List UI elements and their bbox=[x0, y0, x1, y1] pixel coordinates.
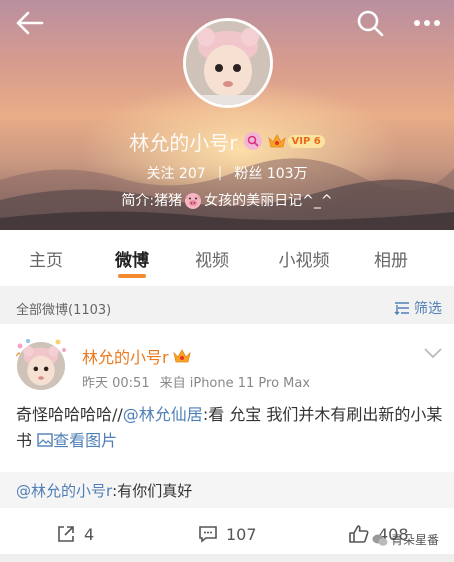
tab-label: 小视频 bbox=[278, 250, 330, 271]
comment-count: 107 bbox=[226, 524, 257, 544]
tab-weibo[interactable]: 微博 bbox=[92, 230, 172, 286]
post-time: 昨天 00:51 bbox=[82, 376, 150, 391]
back-arrow-icon[interactable] bbox=[14, 10, 44, 36]
profile-tabs: 主页 微博 视频 小视频 相册 bbox=[0, 230, 454, 286]
view-picture-link[interactable]: 查看图片 bbox=[37, 431, 117, 450]
stats-separator: | bbox=[217, 165, 223, 181]
filter-button[interactable]: 筛选 bbox=[394, 298, 442, 318]
reposted-content[interactable]: @林允的小号r:有你们真好 bbox=[0, 472, 454, 508]
repost-button[interactable]: 4 bbox=[56, 512, 94, 556]
follow-label: 关注 bbox=[146, 166, 175, 182]
mention-link[interactable]: @林允仙居 bbox=[123, 405, 203, 424]
active-tab-indicator bbox=[118, 274, 146, 278]
filter-label: 筛选 bbox=[414, 301, 442, 317]
fans-label: 粉丝 bbox=[234, 166, 263, 182]
thumbs-up-icon bbox=[349, 525, 369, 543]
filter-bar: 全部微博(1103) 筛选 bbox=[0, 292, 454, 324]
follow-stat[interactable]: 关注 207 bbox=[146, 163, 205, 183]
more-dots-icon[interactable] bbox=[412, 9, 442, 37]
post-source: 来自 iPhone 11 Pro Max bbox=[159, 376, 311, 391]
watermark: 青朵星番 bbox=[372, 531, 439, 548]
post-text-prefix: 奇怪哈哈哈哈// bbox=[16, 405, 123, 424]
watermark-text: 青朵星番 bbox=[391, 533, 440, 547]
profile-name: 林允的小号r bbox=[129, 130, 238, 155]
post-avatar[interactable] bbox=[14, 338, 68, 392]
author-photo bbox=[17, 342, 65, 390]
weibo-post: 林允的小号r 昨天 00:51 来自 iPhone 11 Pro Max 奇怪哈… bbox=[0, 324, 454, 562]
vip-badge[interactable]: VIP 6 bbox=[267, 132, 325, 150]
verified-search-icon[interactable] bbox=[243, 132, 262, 150]
share-icon bbox=[58, 526, 74, 542]
tab-video[interactable]: 视频 bbox=[172, 230, 252, 286]
tab-album[interactable]: 相册 bbox=[356, 230, 426, 286]
intro-suffix: 女孩的美丽日记^_^ bbox=[204, 193, 333, 209]
repost-mention[interactable]: @林允的小号r bbox=[16, 480, 112, 501]
search-icon[interactable] bbox=[356, 9, 384, 37]
tab-label: 视频 bbox=[195, 250, 229, 271]
follow-count: 207 bbox=[178, 166, 206, 182]
profile-header: 林允的小号r VIP 6 关注 207 | 粉丝 103万 简介:猪猪 女孩的美… bbox=[0, 0, 454, 230]
profile-name-row: 林允的小号r VIP 6 bbox=[0, 128, 454, 155]
crown-icon bbox=[172, 349, 191, 363]
picture-icon bbox=[37, 433, 53, 447]
tab-label: 主页 bbox=[29, 250, 63, 271]
baby-photo bbox=[186, 21, 270, 105]
weibo-count: 全部微博(1103) bbox=[16, 302, 112, 318]
post-author-name[interactable]: 林允的小号r bbox=[82, 344, 191, 368]
crown-icon bbox=[267, 134, 286, 148]
filter-icon bbox=[394, 302, 409, 315]
comment-button[interactable]: 107 bbox=[198, 512, 257, 556]
comment-icon bbox=[199, 526, 217, 543]
bottom-divider bbox=[0, 554, 454, 562]
profile-intro: 简介:猪猪 女孩的美丽日记^_^ bbox=[0, 189, 454, 211]
view-picture-label: 查看图片 bbox=[53, 431, 118, 450]
tab-home[interactable]: 主页 bbox=[0, 230, 92, 286]
post-text: 奇怪哈哈哈哈//@林允仙居:看 允宝 我们并木有刷出新的小某书 查看图片 bbox=[16, 402, 444, 454]
vip-level: VIP 6 bbox=[287, 134, 325, 148]
chevron-down-icon[interactable] bbox=[423, 346, 443, 360]
fans-stat[interactable]: 粉丝 103万 bbox=[234, 163, 307, 183]
pig-face-icon bbox=[185, 193, 202, 209]
tab-label: 微博 bbox=[115, 250, 149, 271]
tab-label: 相册 bbox=[374, 250, 408, 271]
repost-count: 4 bbox=[84, 524, 95, 544]
fans-count: 103万 bbox=[266, 166, 308, 182]
post-meta: 昨天 00:51 来自 iPhone 11 Pro Max bbox=[82, 372, 310, 391]
tab-short-video[interactable]: 小视频 bbox=[252, 230, 356, 286]
profile-avatar[interactable] bbox=[183, 18, 273, 108]
repost-text: :有你们真好 bbox=[112, 481, 193, 500]
intro-prefix: 简介:猪猪 bbox=[121, 193, 183, 209]
author-name-text: 林允的小号r bbox=[82, 348, 169, 367]
follow-stats: 关注 207 | 粉丝 103万 bbox=[0, 163, 454, 183]
wechat-icon bbox=[372, 534, 388, 546]
